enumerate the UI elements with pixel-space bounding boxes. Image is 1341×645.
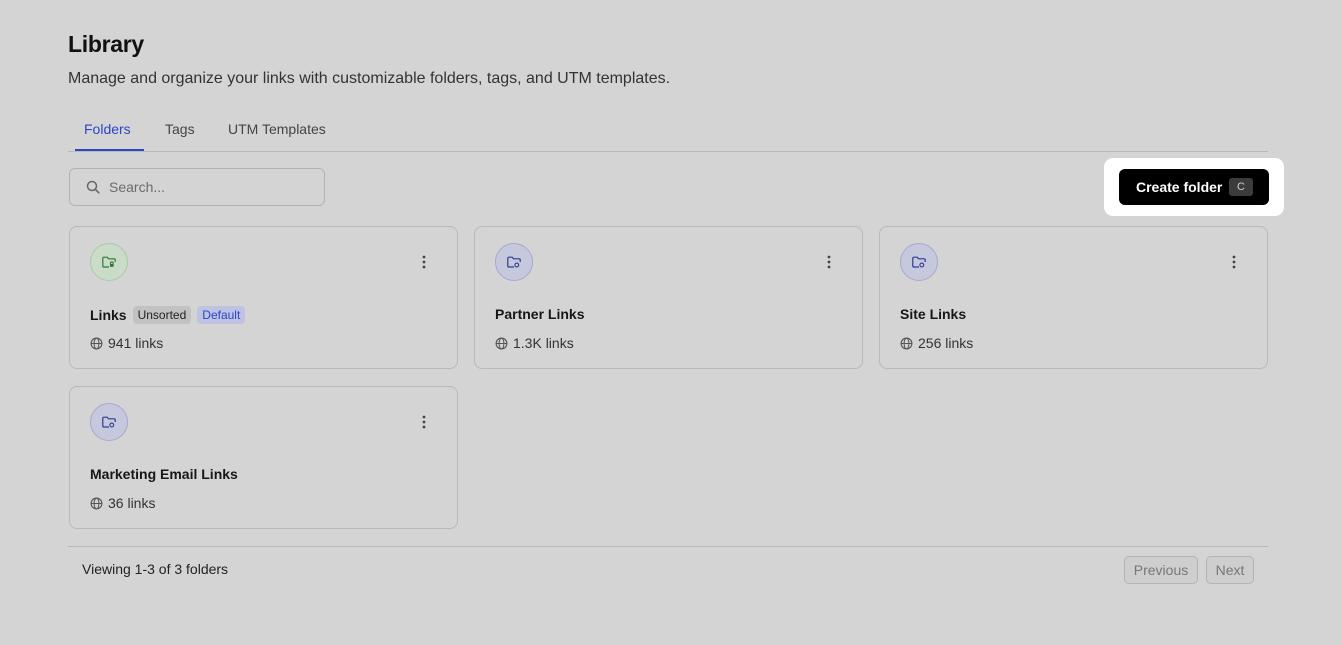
create-folder-highlight: Create folder C: [1104, 158, 1284, 216]
folder-lock-icon: [90, 243, 128, 281]
folder-icon: [90, 403, 128, 441]
more-options-icon[interactable]: [415, 413, 433, 431]
folder-name-row: Site Links: [900, 306, 966, 322]
globe-icon: [900, 337, 913, 349]
globe-icon: [495, 337, 508, 349]
more-options-icon[interactable]: [1225, 253, 1243, 271]
search-input[interactable]: [109, 177, 309, 197]
search-box[interactable]: [69, 168, 325, 206]
globe-icon: [90, 337, 103, 349]
viewing-count: Viewing 1-3 of 3 folders: [82, 561, 229, 577]
create-folder-button[interactable]: Create folder C: [1119, 169, 1269, 205]
tab-tags[interactable]: Tags: [165, 105, 195, 152]
active-tab-indicator: [75, 149, 144, 151]
link-count-row: 36 links: [90, 495, 155, 511]
folder-name-row: Links Unsorted Default: [90, 306, 246, 324]
page-subtitle: Manage and organize your links with cust…: [68, 70, 671, 87]
folder-name: Links: [90, 307, 127, 323]
folder-name-row: Partner Links: [495, 306, 584, 322]
link-count: 36 links: [108, 495, 156, 511]
folder-name: Partner Links: [495, 306, 585, 322]
folder-name-row: Marketing Email Links: [90, 466, 238, 482]
tab-bar: Folders Tags UTM Templates: [68, 105, 1268, 152]
folder-icon: [495, 243, 533, 281]
folder-card[interactable]: Partner Links 1.3K links: [474, 226, 863, 369]
folder-name: Marketing Email Links: [90, 466, 238, 482]
folder-card[interactable]: Site Links 256 links: [879, 226, 1268, 369]
folder-card[interactable]: Marketing Email Links 36 links: [69, 386, 458, 529]
default-badge: Default: [197, 306, 246, 324]
link-count-row: 256 links: [900, 335, 973, 351]
shortcut-key: C: [1229, 178, 1253, 196]
folder-card[interactable]: Links Unsorted Default 941 links: [69, 226, 458, 369]
folder-name: Site Links: [900, 306, 967, 322]
unsorted-badge: Unsorted: [132, 306, 192, 324]
more-options-icon[interactable]: [415, 253, 433, 271]
link-count-row: 941 links: [90, 335, 163, 351]
link-count: 941 links: [108, 335, 164, 351]
tab-utm-templates[interactable]: UTM Templates: [228, 105, 326, 152]
page-title: Library: [68, 31, 144, 57]
globe-icon: [90, 497, 103, 509]
search-icon: [86, 180, 100, 194]
next-button[interactable]: Next: [1206, 556, 1254, 584]
folder-icon: [900, 243, 938, 281]
link-count: 256 links: [918, 335, 974, 351]
previous-button[interactable]: Previous: [1124, 556, 1198, 584]
more-options-icon[interactable]: [820, 253, 838, 271]
tab-folders[interactable]: Folders: [84, 105, 131, 152]
create-folder-label: Create folder: [1136, 179, 1223, 195]
pagination-footer: Viewing 1-3 of 3 folders Previous Next: [68, 546, 1268, 592]
link-count-row: 1.3K links: [495, 335, 574, 351]
link-count: 1.3K links: [513, 335, 574, 351]
